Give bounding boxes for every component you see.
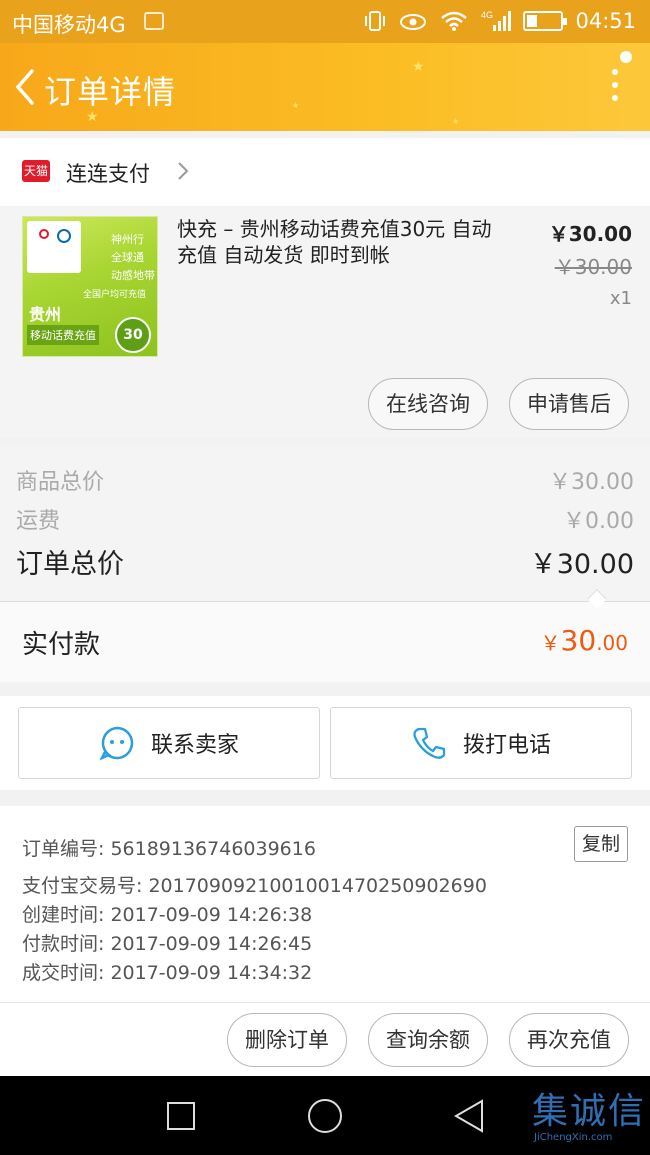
back-nav-icon[interactable] [452, 1098, 486, 1134]
thumb-text: 动感地带 [111, 269, 155, 282]
product-thumbnail[interactable]: 神州行 全球通 动感地带 全国户均可充值 贵州 移动话费充值 30 [22, 216, 158, 357]
shipping-label: 运费 [16, 509, 61, 534]
app-header: ★ ★ ★ ★ 订单详情 [0, 43, 650, 131]
decor-star: ★ [412, 59, 425, 75]
alipay-trade-number: 支付宝交易号: 2017090921001001470250902690 [22, 875, 487, 897]
product-card[interactable]: 神州行 全球通 动感地带 全国户均可充值 贵州 移动话费充值 30 快充 – 贵… [0, 206, 650, 438]
product-price-block: ￥30.00 ￥30.00 x1 [549, 218, 632, 309]
copy-button[interactable]: 复制 [574, 826, 628, 862]
paid-decimal: .00 [596, 631, 628, 655]
vibrate-icon [365, 11, 386, 31]
page-title: 订单详情 [44, 73, 177, 111]
tmall-logo-icon: 天猫 [22, 160, 50, 182]
watermark-text: 集诚信 [532, 1091, 647, 1132]
network-type-label: 4G [481, 10, 493, 20]
call-phone-label: 拨打电话 [462, 733, 551, 758]
carrier-label: 中国移动4G [12, 13, 126, 37]
shipping-row: 运费 ￥0.00 [16, 503, 634, 535]
goods-total-row: 商品总价 ￥30.00 [16, 464, 634, 496]
delete-order-button[interactable]: 删除订单 [227, 1013, 347, 1067]
decor-star: ★ [452, 117, 460, 126]
recharge-again-button[interactable]: 再次充值 [509, 1013, 629, 1067]
paid-integer: 30 [560, 624, 597, 657]
paid-value: ￥30.00 [541, 624, 628, 657]
thumb-province: 贵州 [29, 305, 62, 324]
order-number: 订单编号: 56189136746039616 [22, 838, 316, 860]
watermark: 集诚信 JiChengXin.com [532, 1080, 648, 1150]
eye-icon [400, 14, 427, 30]
chat-bubble-icon [99, 726, 134, 761]
thumb-caption: 移动话费充值 [27, 325, 99, 345]
consult-button[interactable]: 在线咨询 [368, 378, 488, 430]
shop-row[interactable]: 天猫 连连支付 [0, 138, 650, 206]
paid-amount-row: 实付款 ￥30.00 [0, 602, 650, 682]
image-notification-icon [144, 12, 164, 30]
order-total-row: 订单总价 ￥30.00 [16, 542, 634, 581]
battery-icon [523, 11, 568, 31]
query-balance-button[interactable]: 查询余额 [368, 1013, 488, 1067]
home-icon[interactable] [308, 1099, 342, 1133]
wifi-icon [441, 11, 468, 31]
created-time: 创建时间: 2017-09-09 14:26:38 [22, 904, 313, 926]
clock-label: 04:51 [575, 9, 636, 33]
shop-name[interactable]: 连连支付 [66, 158, 150, 188]
shipping-value: ￥0.00 [563, 509, 634, 534]
paid-currency: ￥ [540, 631, 561, 655]
chevron-right-icon [178, 162, 189, 180]
contact-seller-button[interactable]: 联系卖家 [18, 707, 320, 779]
beijing-2008-logo [27, 221, 81, 273]
product-original-price: ￥30.00 [554, 255, 632, 279]
paid-label: 实付款 [22, 630, 101, 660]
goods-total-value: ￥30.00 [549, 470, 634, 495]
goods-total-label: 商品总价 [16, 470, 105, 495]
product-price: ￥30.00 [548, 222, 632, 246]
order-info: 订单编号: 56189136746039616 复制 支付宝交易号: 20170… [0, 806, 650, 1002]
price-summary: 商品总价 ￥30.00 运费 ￥0.00 订单总价 ￥30.00 [0, 444, 650, 601]
call-phone-button[interactable]: 拨打电话 [330, 707, 632, 779]
after-sale-button[interactable]: 申请售后 [509, 378, 629, 430]
phone-icon [413, 727, 446, 759]
notification-dot [620, 51, 632, 63]
paid-time: 付款时间: 2017-09-09 14:26:45 [22, 933, 313, 955]
contact-section: 联系卖家 拨打电话 [0, 696, 650, 790]
decor-star: ★ [292, 101, 300, 110]
thumb-text: 全国户均可充值 [83, 290, 147, 300]
order-total-label: 订单总价 [16, 549, 124, 580]
recents-icon[interactable] [167, 1102, 195, 1130]
contact-seller-label: 联系卖家 [150, 733, 239, 758]
signal-icon: 4G [481, 10, 512, 31]
order-total-value: ￥30.00 [529, 549, 634, 580]
completed-time: 成交时间: 2017-09-09 14:34:32 [22, 962, 313, 984]
watermark-sub: JiChengXin.com [534, 1132, 613, 1143]
product-title[interactable]: 快充 – 贵州移动话费充值30元 自动充值 自动发货 即时到帐 [177, 216, 507, 268]
product-quantity: x1 [609, 288, 632, 309]
status-bar: 中国移动4G 4G 04:51 [0, 0, 650, 43]
thumb-amount-badge: 30 [115, 317, 151, 353]
bottom-action-bar: 删除订单 查询余额 再次充值 [0, 1003, 650, 1076]
thumb-text: 全球通 [111, 251, 144, 264]
more-vertical-icon[interactable] [610, 69, 620, 105]
back-button[interactable] [10, 65, 40, 109]
status-icons: 4G 04:51 [363, 9, 636, 33]
thumb-text: 神州行 [111, 233, 144, 246]
